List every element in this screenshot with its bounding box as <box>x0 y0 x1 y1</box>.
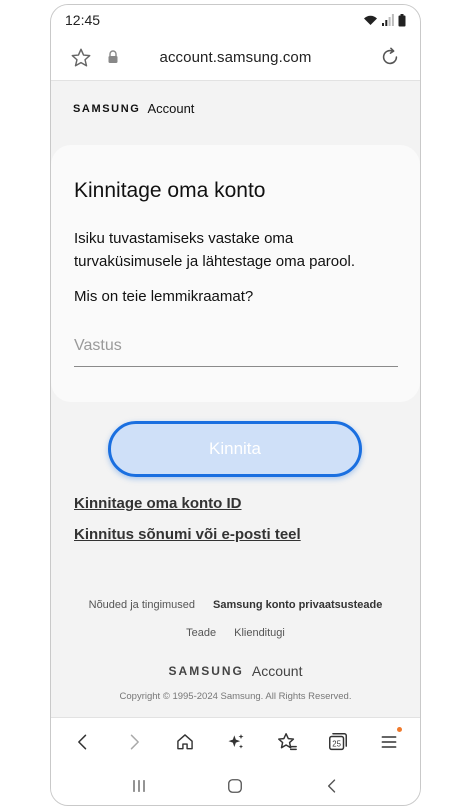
footer-brand-samsung: SAMSUNG <box>168 664 244 678</box>
samsung-account-logo: SAMSUNG Account <box>73 101 194 116</box>
back-nav-icon[interactable] <box>322 776 342 796</box>
notice-link[interactable]: Teade <box>186 627 216 639</box>
url-text[interactable]: account.samsung.com <box>51 49 420 66</box>
home-icon <box>176 733 193 749</box>
recents-icon[interactable] <box>129 776 149 796</box>
status-bar: 12:45 <box>51 5 420 35</box>
menu-icon <box>381 735 396 748</box>
confirm-button[interactable]: Kinnita <box>108 421 362 477</box>
status-icons <box>363 13 406 27</box>
browser-toolbar: 25 <box>51 717 420 765</box>
support-link[interactable]: Klienditugi <box>234 627 285 639</box>
verify-card: Kinnitage oma konto Isiku tuvastamiseks … <box>51 145 420 402</box>
verify-account-id-link[interactable]: Kinnitage oma konto ID <box>74 495 242 512</box>
privacy-link[interactable]: Samsung konto privaatsusteade <box>213 599 382 611</box>
brand-samsung: SAMSUNG <box>73 102 141 115</box>
ai-button[interactable] <box>219 725 253 759</box>
phone-frame: 12:45 account.samsung.com SAMSUNG Accoun… <box>50 4 421 806</box>
tabs-button[interactable]: 25 <box>321 725 355 759</box>
card-description: Isiku tuvastamiseks vastake oma turvaküs… <box>74 230 355 270</box>
page-content: SAMSUNG Account Kinnitage oma konto Isik… <box>51 81 420 717</box>
brand-account: Account <box>147 101 195 116</box>
verify-message-email-link[interactable]: Kinnitus sõnumi või e-posti teel <box>74 526 301 543</box>
status-time: 12:45 <box>65 12 101 28</box>
answer-input[interactable] <box>74 325 398 367</box>
forward-button[interactable] <box>117 725 151 759</box>
sparkle-icon <box>228 733 243 749</box>
bookmarks-icon <box>277 732 297 750</box>
back-icon <box>77 734 86 749</box>
tabs-icon: 25 <box>328 732 347 750</box>
terms-link[interactable]: Nõuded ja tingimused <box>89 599 195 611</box>
system-nav-bar <box>51 765 420 805</box>
footer-brand-account: Account <box>251 663 303 679</box>
address-bar: account.samsung.com <box>51 35 420 81</box>
tabs-count: 25 <box>332 739 341 748</box>
copyright-text: Copyright © 1995-2024 Samsung. All Right… <box>119 691 352 702</box>
home-button[interactable] <box>168 725 202 759</box>
notification-dot <box>396 726 402 732</box>
wifi-icon <box>364 15 377 25</box>
battery-icon <box>398 13 406 26</box>
security-question: Mis on teie lemmikraamat? <box>74 288 254 305</box>
page-title: Kinnitage oma konto <box>74 179 266 202</box>
forward-icon <box>130 734 139 749</box>
footer-legal-links: Nõuded ja tingimused Samsung konto priva… <box>51 599 420 611</box>
footer-logo: SAMSUNG Account <box>51 663 420 679</box>
signal-icon <box>382 14 394 26</box>
reload-icon[interactable] <box>379 46 401 68</box>
bookmarks-button[interactable] <box>270 725 304 759</box>
footer-help-links: Teade Klienditugi <box>51 627 420 639</box>
menu-button[interactable] <box>372 725 406 759</box>
back-button[interactable] <box>66 725 100 759</box>
home-nav-icon[interactable] <box>225 776 245 796</box>
